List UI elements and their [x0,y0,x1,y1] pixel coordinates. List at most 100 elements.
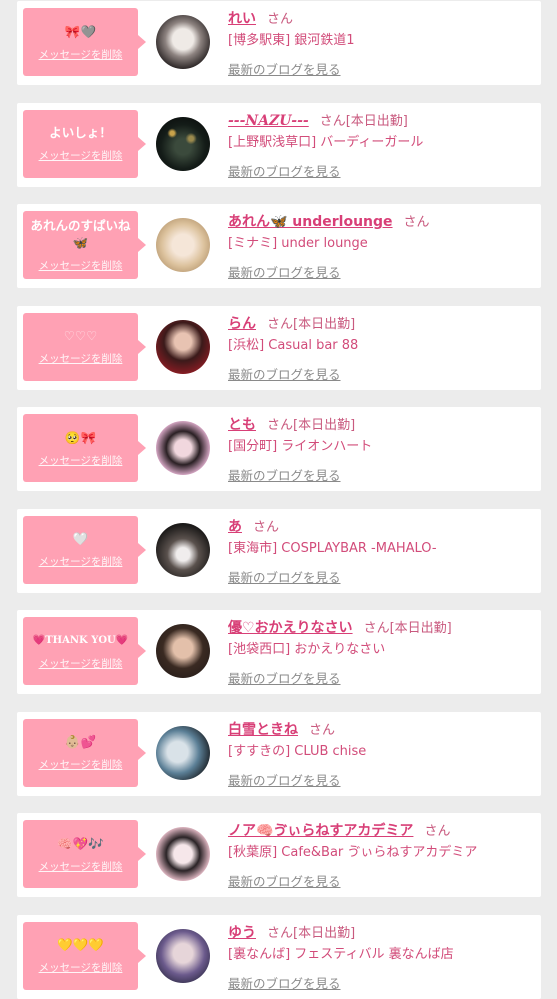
delete-message-link[interactable]: メッセージを削除 [39,454,123,468]
shop-name: フェスティバル 裏なんば店 [294,946,454,962]
message-bubble: あれんのすぱいね🦋 メッセージを削除 [23,211,146,279]
message-text: 🎀🩶 [64,23,97,39]
latest-blog-link[interactable]: 最新のブログを見る [228,773,341,788]
avatar[interactable] [156,827,210,881]
cast-info: らん さん[本日出勤] [浜松] Casual bar 88 最新のブログを見る [228,306,533,390]
area-label: [秋葉原] [228,845,278,860]
delete-message-link[interactable]: メッセージを削除 [39,860,123,874]
cast-name-link[interactable]: 白雪ときね [228,722,298,738]
latest-blog-link[interactable]: 最新のブログを見る [228,874,341,889]
shop-row: [ミナミ] under lounge [228,235,533,253]
area-label: [浜松] [228,337,265,353]
latest-blog-link[interactable]: 最新のブログを見る [228,164,341,179]
delete-message-link[interactable]: メッセージを削除 [39,149,123,163]
delete-message-link[interactable]: メッセージを削除 [39,657,123,671]
honorific: さん [403,215,430,230]
honorific: さん [424,824,451,839]
message-card: 🤍 メッセージを削除 あさん [東海市] COSPLAYBAR -MAHALO-… [17,508,541,593]
cast-name-link[interactable]: 優♡おかえりなさい [228,620,353,636]
message-text: 🧠💖🎶 [57,835,104,851]
delete-message-link[interactable]: メッセージを削除 [39,259,123,273]
latest-blog-link[interactable]: 最新のブログを見る [228,367,341,382]
message-bubble: よいしょ！ メッセージを削除 [23,109,146,178]
honorific: さん [319,113,346,129]
cast-info: ノア🧠ゔぃらねすアカデミア さん [秋葉原] Cafe&Bar ゔぃらねすアカデミ… [228,813,533,897]
name-row: ゆう さん[本日出勤] [228,923,533,941]
message-bubble: 🎀🩶 メッセージを削除 [23,8,146,76]
message-bubble: 🤍 メッセージを削除 [23,515,146,584]
latest-blog-link[interactable]: 最新のブログを見る [228,570,341,585]
honorific: さん [253,519,280,535]
blog-row: 最新のブログを見る [228,60,533,78]
message-bubble: 🧠💖🎶 メッセージを削除 [23,820,146,888]
name-row: とも さん[本日出勤] [228,415,533,433]
name-row: あれん🦋 underlounge さん [228,212,533,230]
cast-name-link[interactable]: あれん🦋 underlounge [228,214,393,230]
avatar[interactable] [156,624,210,678]
message-card: よいしょ！ メッセージを削除 ---NAZU--- さん[本日出勤] [上野駅浅草… [17,102,541,187]
avatar[interactable] [156,218,210,272]
message-text: 👶🏼💕 [64,734,97,749]
latest-blog-link[interactable]: 最新のブログを見る [228,62,341,77]
blog-row: 最新のブログを見る [228,365,533,383]
cast-name-link[interactable]: ゆう [228,925,256,941]
cast-info: 優♡おかえりなさい さん[本日出勤] [池袋西口] おかえりなさい 最新のブログを… [228,610,533,694]
area-label: [上野駅浅草口] [228,134,317,150]
delete-message-link[interactable]: メッセージを削除 [39,48,123,62]
honorific: さん [267,316,294,332]
name-row: 優♡おかえりなさい さん[本日出勤] [228,618,533,636]
name-row: らん さん[本日出勤] [228,314,533,332]
blog-row: 最新のブログを見る [228,162,533,180]
working-today-badge: [本日出勤] [293,418,356,433]
avatar[interactable] [156,15,210,69]
shop-name: おかえりなさい [294,642,386,657]
delete-message-link[interactable]: メッセージを削除 [39,555,123,569]
latest-blog-link[interactable]: 最新のブログを見る [228,265,341,280]
cast-name-link[interactable]: ノア🧠ゔぃらねすアカデミア [228,823,413,839]
cast-name-link[interactable]: あ [228,519,242,535]
latest-blog-link[interactable]: 最新のブログを見る [228,468,341,483]
shop-row: [博多駅東] 銀河鉄道1 [228,32,533,50]
shop-name: Cafe&Bar ゔぃらねすアカデミア [281,845,478,860]
cast-name-link[interactable]: らん [228,316,256,332]
delete-message-link[interactable]: メッセージを削除 [39,961,123,975]
cast-info: あれん🦋 underlounge さん [ミナミ] under lounge 最新… [228,204,533,288]
cast-info: とも さん[本日出勤] [国分町] ライオンハート 最新のブログを見る [228,407,533,491]
cast-name-link[interactable]: れい [228,11,256,27]
name-row: れい さん [228,9,533,27]
area-label: [博多駅東] [228,33,291,48]
delete-message-link[interactable]: メッセージを削除 [39,758,123,772]
avatar[interactable] [156,725,210,780]
shop-row: [すすきの] CLUB chise [228,743,533,761]
latest-blog-link[interactable]: 最新のブログを見る [228,976,341,991]
cast-name-link[interactable]: ---NAZU--- [228,113,309,129]
shop-row: [国分町] ライオンハート [228,438,533,456]
name-row: 白雪ときね さん [228,720,533,738]
message-card: 🎀🩶 メッセージを削除 れい さん [博多駅東] 銀河鉄道1 最新のブログを見る [17,1,541,85]
honorific: さん [267,12,294,27]
delete-message-link[interactable]: メッセージを削除 [39,352,123,366]
message-list: 🎀🩶 メッセージを削除 れい さん [博多駅東] 銀河鉄道1 最新のブログを見る … [0,0,557,999]
message-card: 💗THANK YOU💗 メッセージを削除 優♡おかえりなさい さん[本日出勤] [… [17,610,541,694]
latest-blog-link[interactable]: 最新のブログを見る [228,671,341,686]
message-card: 🥺🎀 メッセージを削除 とも さん[本日出勤] [国分町] ライオンハート 最新の… [17,407,541,491]
shop-name: COSPLAYBAR -MAHALO- [281,540,437,556]
message-card: あれんのすぱいね🦋 メッセージを削除 あれん🦋 underlounge さん [ミ… [17,204,541,288]
cast-name-link[interactable]: とも [228,417,256,433]
avatar[interactable] [156,116,210,171]
area-label: [ミナミ] [228,236,278,251]
avatar[interactable] [156,421,210,475]
message-bubble: ♡♡♡ メッセージを削除 [23,312,146,381]
message-text: 💛💛💛 [57,937,104,952]
message-bubble: 💗THANK YOU💗 メッセージを削除 [23,617,146,685]
avatar[interactable] [156,522,210,577]
message-card: 💛💛💛 メッセージを削除 ゆう さん[本日出勤] [裏なんば] フェスティバル 裏… [17,914,541,999]
shop-row: [池袋西口] おかえりなさい [228,641,533,659]
avatar[interactable] [156,928,210,983]
blog-row: 最新のブログを見る [228,872,533,890]
avatar[interactable] [156,319,210,374]
shop-name: バーディーガール [320,134,424,150]
message-bubble: 💛💛💛 メッセージを削除 [23,921,146,990]
working-today-badge: [本日出勤] [389,621,452,636]
message-bubble: 👶🏼💕 メッセージを削除 [23,718,146,787]
